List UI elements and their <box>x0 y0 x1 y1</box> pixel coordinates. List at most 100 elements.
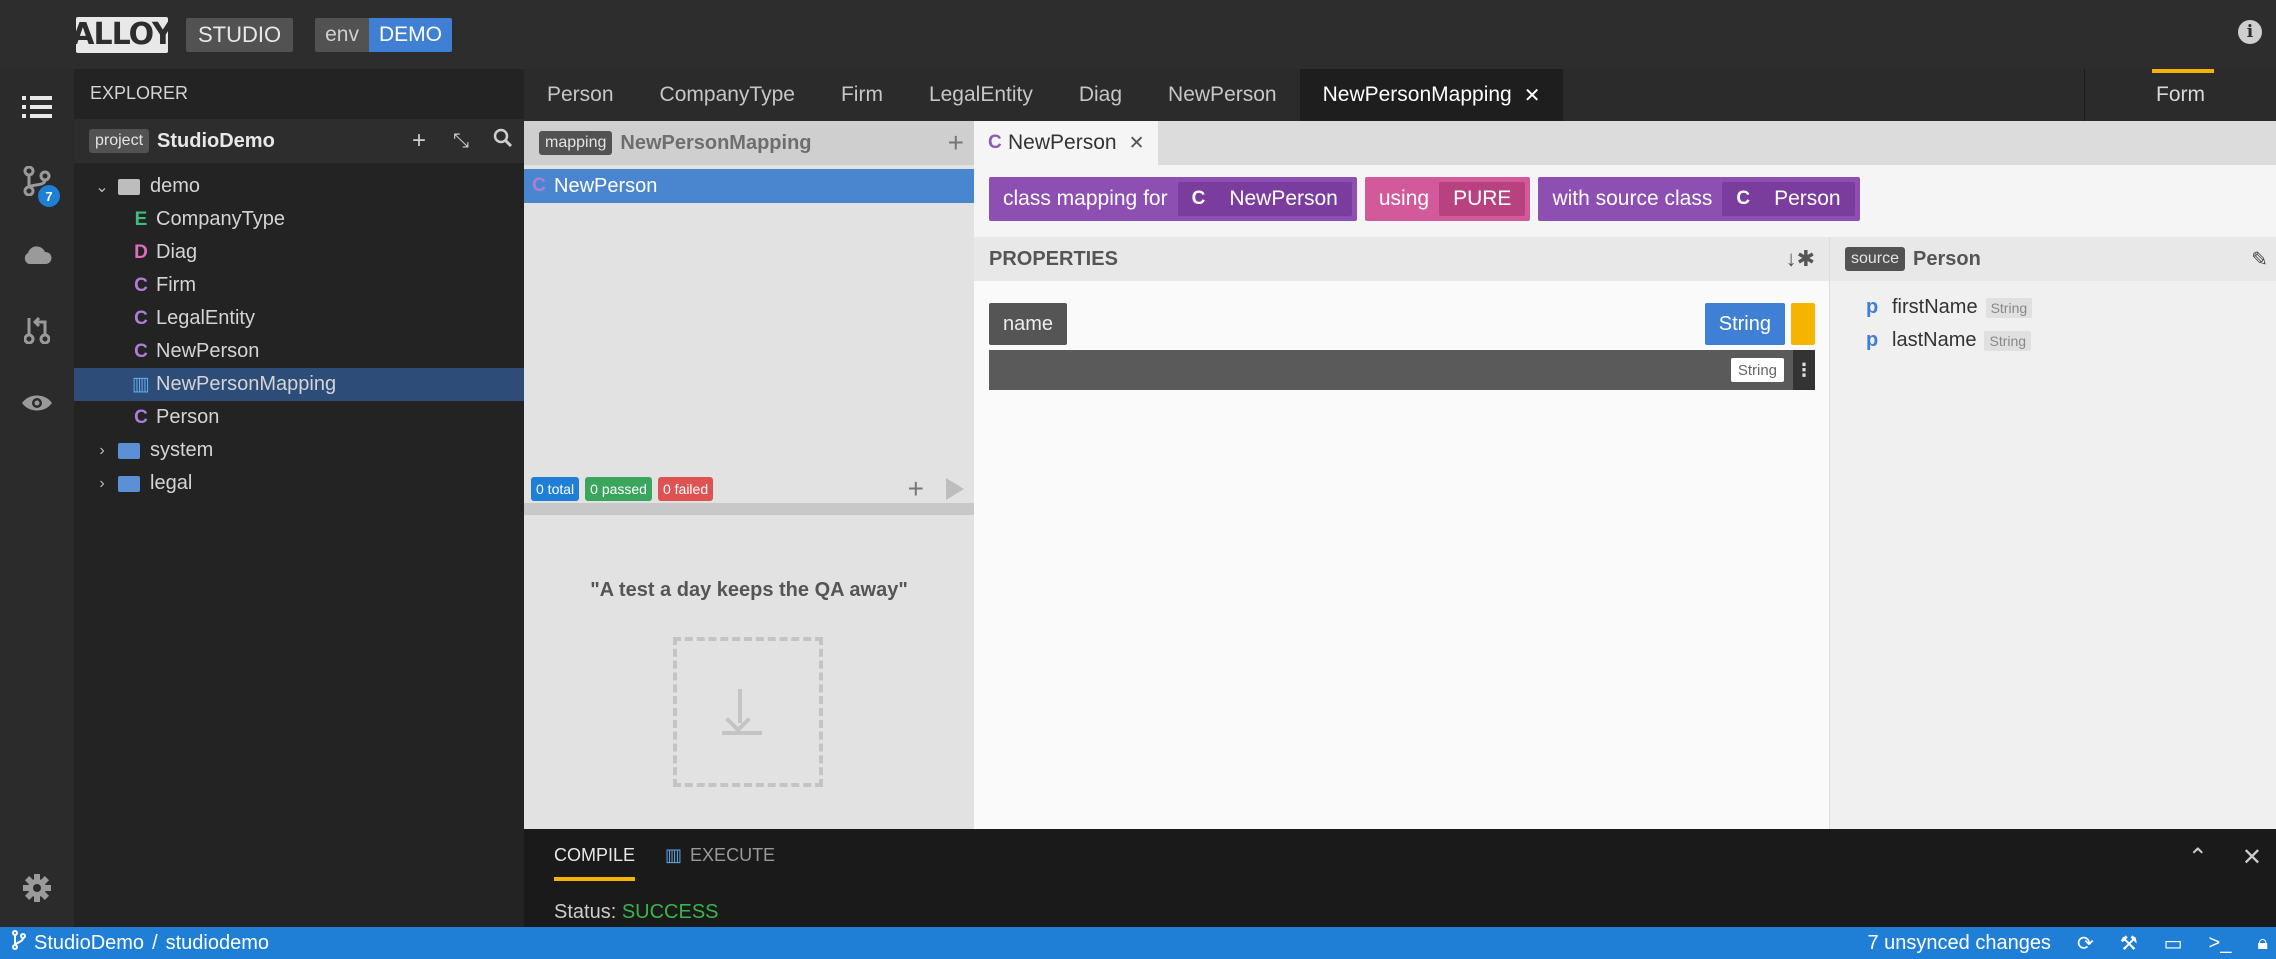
source-control-icon[interactable]: 7 <box>0 151 74 211</box>
close-icon[interactable]: ✕ <box>1524 83 1541 108</box>
add-element-icon[interactable]: + <box>398 127 440 155</box>
property-type-tag: String <box>1985 297 2033 318</box>
tree-folder-demo[interactable]: ⌄ demo <box>74 170 524 203</box>
chevron-right-icon[interactable]: › <box>92 475 112 493</box>
tree-item-firm[interactable]: C Firm <box>74 269 524 302</box>
chevron-right-icon[interactable]: › <box>92 442 112 460</box>
tab-newpersonmapping[interactable]: NewPersonMapping ✕ <box>1299 69 1564 121</box>
property-expression-input[interactable]: String ⋮ <box>989 350 1815 390</box>
env-key: env <box>315 17 369 52</box>
branch-icon <box>12 930 26 956</box>
mapping-icon: ▥ <box>665 844 683 865</box>
tree-item-legalentity[interactable]: C LegalEntity <box>74 302 524 335</box>
review-icon[interactable] <box>0 299 74 359</box>
tab-person[interactable]: Person <box>524 69 637 121</box>
properties-panel: PROPERTIES ↓✱ name String String ⋮ <box>974 237 1829 829</box>
folder-open-icon <box>118 178 140 195</box>
info-icon[interactable]: i <box>2238 20 2262 44</box>
project-header: project StudioDemo + ⤡ <box>74 119 524 163</box>
statusbar-project[interactable]: StudioDemo <box>34 932 144 955</box>
source-class-chip: with source class C Person <box>1538 177 1860 221</box>
chevron-up-icon[interactable]: ⌃ <box>2188 843 2208 872</box>
class-mapping-item[interactable]: C NewPerson <box>524 169 974 203</box>
source-property-item[interactable]: p firstName String <box>1830 291 2276 324</box>
tree-item-diag[interactable]: D Diag <box>74 236 524 269</box>
tests-failed-badge: 0 failed <box>657 477 714 501</box>
tab-class-newperson[interactable]: C NewPerson ✕ <box>974 121 1159 165</box>
class-icon: C <box>134 340 148 362</box>
source-property-item[interactable]: p lastName String <box>1830 324 2276 357</box>
statusbar-workspace[interactable]: studiodemo <box>166 932 269 955</box>
mapping-warning-indicator <box>1791 303 1815 345</box>
tab-execute[interactable]: ▥ EXECUTE <box>665 829 775 881</box>
mapping-icon: ▥ <box>132 374 150 395</box>
cloud-sync-icon[interactable] <box>0 225 74 285</box>
changes-badge: 7 <box>38 185 60 207</box>
tab-companytype[interactable]: CompanyType <box>637 69 818 121</box>
app-header: ALLOY STUDIO env DEMO i <box>0 0 2276 69</box>
test-drop-zone[interactable] <box>673 637 823 787</box>
tab-newperson[interactable]: NewPerson <box>1145 69 1300 121</box>
collapse-tree-icon[interactable]: ⤡ <box>440 130 482 153</box>
property-name: name <box>989 303 1068 345</box>
explorer-panel: EXPLORER project StudioDemo + ⤡ ⌄ demo E… <box>74 69 524 927</box>
editor-tab-bar: Person CompanyType Firm LegalEntity Diag… <box>524 69 2276 121</box>
test-toolbar: 0 total 0 passed 0 failed + <box>524 473 974 515</box>
explorer-icon[interactable] <box>0 77 74 137</box>
tree-item-newpersonmapping[interactable]: ▥ NewPersonMapping <box>74 368 524 401</box>
studio-label: STUDIO <box>186 17 294 52</box>
mapping-header: mapping NewPersonMapping + <box>524 121 974 165</box>
compile-status: Status: SUCCESS <box>554 901 719 923</box>
sync-icon[interactable]: ⟳ <box>2077 931 2094 956</box>
lock-icon[interactable]: 🔒︎ <box>2257 932 2268 955</box>
tab-firm[interactable]: Firm <box>818 69 906 121</box>
tab-diag[interactable]: Diag <box>1056 69 1145 121</box>
tree-folder-system[interactable]: › system <box>74 434 524 467</box>
compile-hammer-icon[interactable]: ⚒ <box>2120 931 2138 956</box>
tree-item-person[interactable]: C Person <box>74 401 524 434</box>
sort-required-icon[interactable]: ↓✱ <box>1786 246 1815 272</box>
env-value: DEMO <box>368 17 452 52</box>
source-class-name: Person <box>1913 247 1981 270</box>
console-panel: COMPILE ▥ EXECUTE ⌃ ✕ Status: SUCCESS <box>524 829 2276 927</box>
env-indicator: env DEMO <box>315 17 452 52</box>
source-class-selector[interactable]: C Person <box>1722 182 1855 216</box>
settings-gear-icon[interactable] <box>0 858 74 918</box>
class-icon: C <box>1191 188 1206 209</box>
properties-header: PROPERTIES ↓✱ <box>974 237 1829 281</box>
tab-legalentity[interactable]: LegalEntity <box>906 69 1056 121</box>
eye-icon[interactable] <box>0 373 74 433</box>
unsynced-changes[interactable]: 7 unsynced changes <box>1867 932 2050 955</box>
tree-item-companytype[interactable]: E CompanyType <box>74 203 524 236</box>
terminal-icon[interactable]: >_ <box>2209 932 2232 955</box>
console-tabs: COMPILE ▥ EXECUTE <box>524 829 2276 881</box>
search-icon[interactable] <box>482 128 524 154</box>
tests-passed-badge: 0 passed <box>585 477 652 501</box>
class-mapping-tabs: C NewPerson ✕ <box>974 121 2276 165</box>
mapping-header-chips: class mapping for C NewPerson using PURE… <box>989 177 1868 221</box>
panel-toggle-icon[interactable]: ▭ <box>2164 931 2183 956</box>
close-icon[interactable]: ✕ <box>1129 132 1145 155</box>
add-class-mapping-icon[interactable]: + <box>948 127 964 159</box>
class-icon: C <box>532 175 546 196</box>
tree-folder-legal[interactable]: › legal <box>74 467 524 500</box>
class-icon: C <box>1736 188 1751 209</box>
expression-type-tag: String <box>1730 358 1784 382</box>
tree-item-newperson[interactable]: C NewPerson <box>74 335 524 368</box>
property-type[interactable]: String <box>1704 303 1785 345</box>
project-name: StudioDemo <box>157 129 275 152</box>
run-tests-icon[interactable] <box>946 478 964 500</box>
close-icon[interactable]: ✕ <box>2242 843 2262 872</box>
mapping-panel: mapping NewPersonMapping + C NewPerson 0… <box>524 121 974 829</box>
target-class-chip[interactable]: C NewPerson <box>1177 182 1352 216</box>
edit-icon[interactable]: ✎ <box>2251 247 2268 272</box>
tab-compile[interactable]: COMPILE <box>554 829 636 881</box>
activity-bar: 7 <box>0 69 74 927</box>
folder-icon <box>118 442 140 459</box>
empty-tests-quote: "A test a day keeps the QA away" <box>590 579 908 601</box>
more-options-icon[interactable]: ⋮ <box>1793 350 1815 390</box>
chevron-down-icon[interactable]: ⌄ <box>92 177 112 197</box>
form-mode-tab[interactable]: Form <box>2084 69 2276 121</box>
diagram-icon: D <box>134 241 148 263</box>
add-test-icon[interactable]: + <box>908 473 924 505</box>
